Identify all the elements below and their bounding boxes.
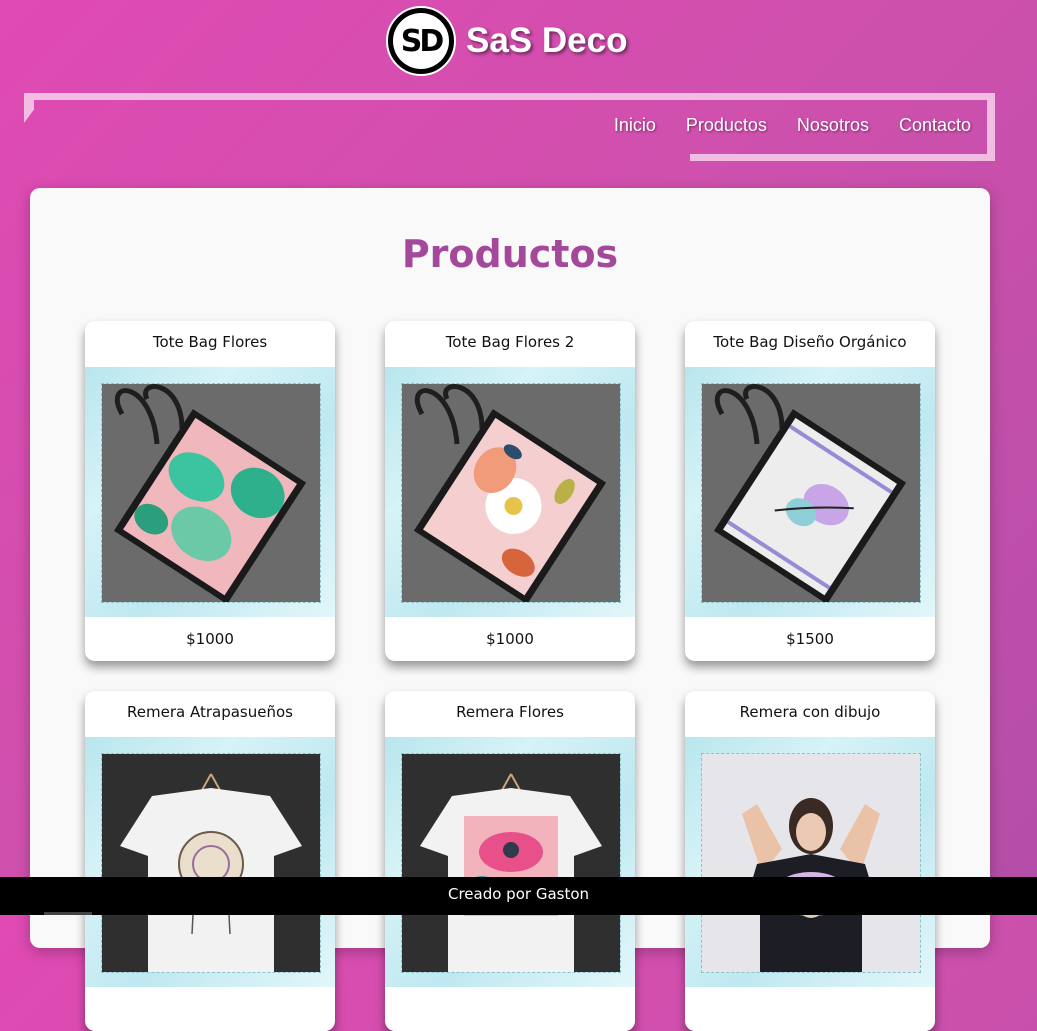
nav-frame-corner: [24, 93, 34, 123]
product-photo-tote-bag-flores-2[interactable]: [401, 383, 621, 603]
nav-link-inicio[interactable]: Inicio: [614, 115, 656, 136]
nav-bar: Inicio Productos Nosotros Contacto: [24, 93, 995, 161]
product-image-frame: [85, 367, 335, 617]
product-photo-remera-atrapasuenos[interactable]: [101, 753, 321, 973]
product-card[interactable]: Tote Bag Flores 2 $1000: [385, 321, 635, 661]
nav-frame-top: [24, 93, 995, 100]
products-section: Productos Tote Bag Flores $1000 Tote Bag…: [30, 188, 990, 1031]
product-title: Remera con dibujo: [739, 703, 881, 721]
product-image-frame: [685, 367, 935, 617]
nav-link-productos[interactable]: Productos: [686, 115, 767, 136]
product-photo-tote-bag-flores[interactable]: [101, 383, 321, 603]
product-photo-tote-bag-diseno-organico[interactable]: [701, 383, 921, 603]
logo-monogram: SD: [393, 13, 449, 69]
product-image-frame: [385, 367, 635, 617]
page-title: Productos: [401, 232, 619, 276]
product-title: Remera Atrapasueños: [127, 703, 293, 721]
brand[interactable]: SD SaS Deco: [386, 6, 627, 76]
brand-name: SaS Deco: [466, 21, 628, 60]
product-photo-remera-con-dibujo[interactable]: [701, 753, 921, 973]
product-title: Tote Bag Flores 2: [445, 333, 575, 351]
product-photo-remera-flores[interactable]: [401, 753, 621, 973]
product-title: Tote Bag Flores: [152, 333, 268, 351]
product-image-frame: [685, 737, 935, 987]
product-card[interactable]: Tote Bag Flores $1000: [85, 321, 335, 661]
product-price: $1500: [786, 630, 834, 648]
brand-logo[interactable]: SD: [386, 6, 456, 76]
nav-links: Inicio Productos Nosotros Contacto: [614, 115, 971, 136]
product-price: $1000: [186, 630, 234, 648]
product-title: Tote Bag Diseño Orgánico: [713, 333, 907, 351]
product-image-frame: [385, 737, 635, 987]
footer: Creado por Gaston: [0, 877, 1037, 915]
product-title: Remera Flores: [456, 703, 564, 721]
product-price: $1000: [486, 630, 534, 648]
product-card[interactable]: Remera con dibujo: [685, 691, 935, 1031]
product-price: [385, 987, 635, 1031]
product-card[interactable]: Remera Atrapasueños: [85, 691, 335, 1031]
product-price: [685, 987, 935, 1031]
product-card[interactable]: Tote Bag Diseño Orgánico $1500: [685, 321, 935, 661]
nav-frame-bottom: [690, 154, 995, 161]
nav-link-nosotros[interactable]: Nosotros: [797, 115, 869, 136]
nav-link-contacto[interactable]: Contacto: [899, 115, 971, 136]
product-card[interactable]: Remera Flores: [385, 691, 635, 1031]
footer-text: Creado por Gaston: [447, 885, 590, 903]
product-price: [85, 987, 335, 1031]
nav-frame-right: [987, 93, 995, 161]
product-image-frame: [85, 737, 335, 987]
